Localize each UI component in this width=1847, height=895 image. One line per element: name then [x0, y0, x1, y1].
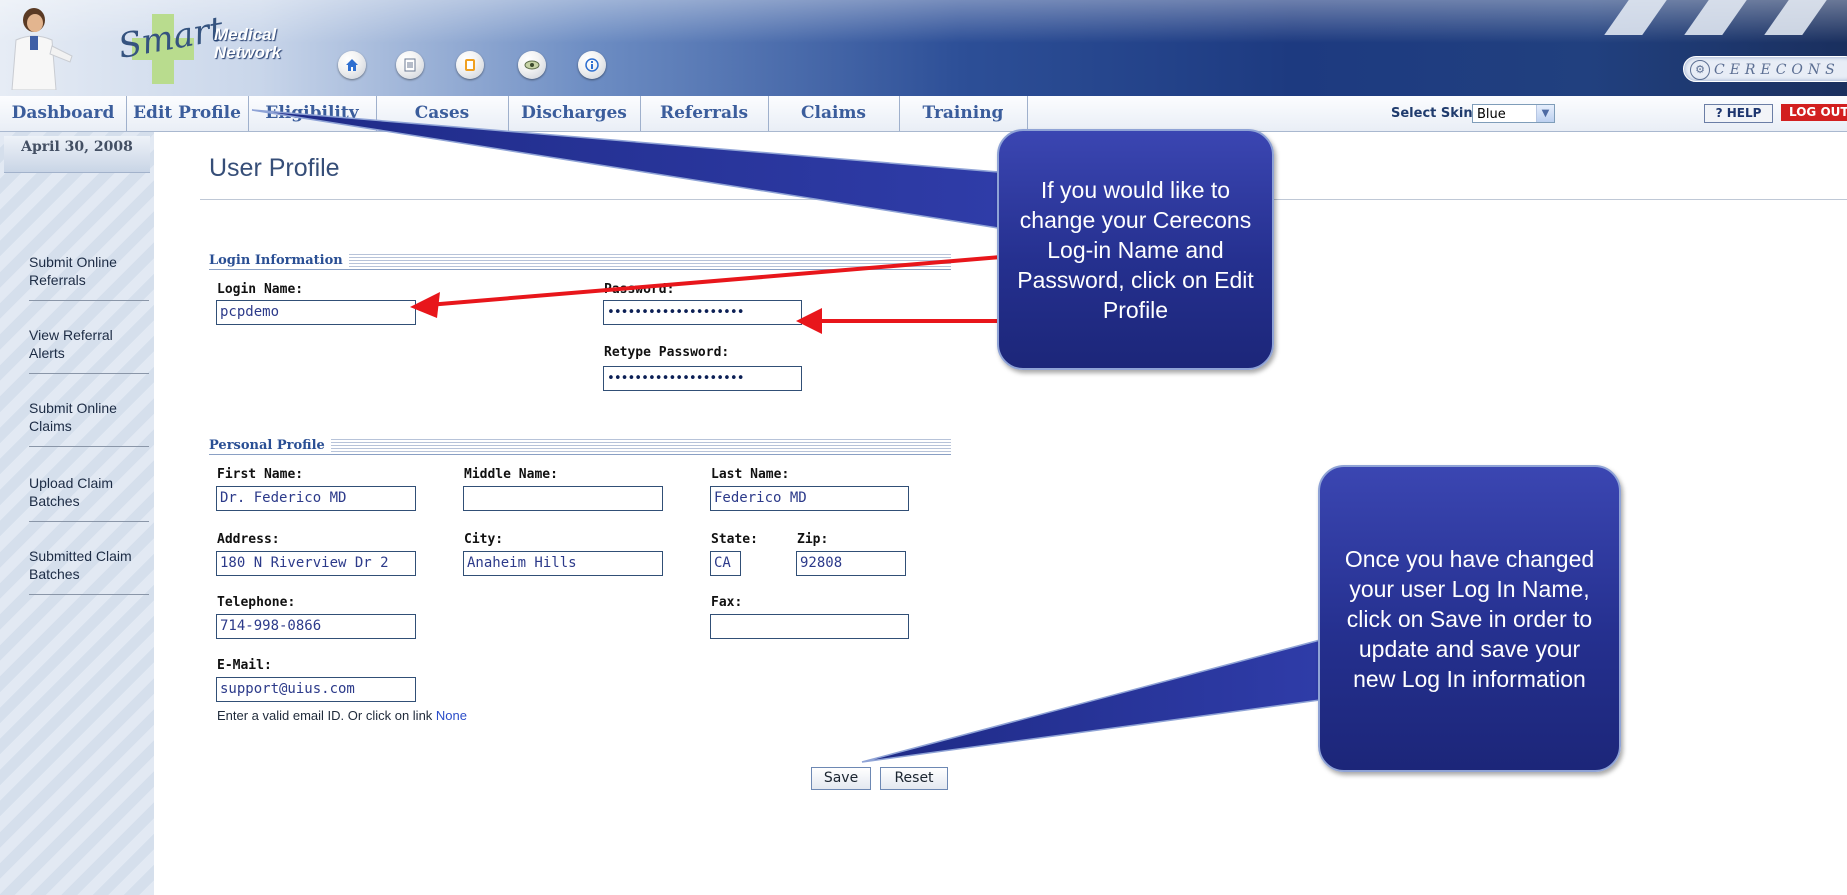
callout-save-text: Once you have changed your user Log In N…	[1344, 545, 1595, 692]
sidebar-item-view-referral-alerts[interactable]: View Referral Alerts	[29, 326, 149, 362]
email-input[interactable]: support@uius.com	[216, 677, 416, 702]
main-nav-bar: Dashboard Edit Profile Eligibility Cases…	[0, 96, 1847, 132]
sidebar-item-label: Submit Online	[29, 400, 117, 416]
middle-name-label: Middle Name:	[464, 467, 558, 482]
tab-dashboard[interactable]: Dashboard	[0, 96, 127, 131]
last-name-label: Last Name:	[711, 467, 790, 482]
skin-select-dropdown[interactable]: Blue ▼	[1472, 104, 1555, 123]
sidebar-item-submitted-claim-batches[interactable]: Submitted Claim Batches	[29, 547, 149, 583]
current-date: April 30, 2008	[4, 136, 150, 173]
tab-discharges[interactable]: Discharges	[508, 96, 641, 131]
email-none-link[interactable]: None	[436, 708, 467, 723]
callout-save: Once you have changed your user Log In N…	[1318, 465, 1621, 772]
logo-line-medical: Medical	[214, 25, 277, 44]
city-input[interactable]: Anaheim Hills	[463, 551, 663, 576]
sidebar-item-label: Alerts	[29, 345, 65, 361]
email-label: E-Mail:	[217, 658, 272, 673]
section-heading-personal: Personal Profile	[209, 437, 951, 455]
doctor-figure-image	[11, 8, 73, 90]
skin-select-label: Select Skin:	[1391, 106, 1478, 121]
password-input[interactable]: ••••••••••••••••••••	[603, 300, 802, 325]
logout-button[interactable]: LOG OUT	[1781, 104, 1847, 121]
tab-eligibility[interactable]: Eligibility	[248, 96, 377, 131]
cerecons-brand-badge: ⚙ CERECONS	[1683, 56, 1847, 82]
address-input[interactable]: 180 N Riverview Dr 2	[216, 551, 416, 576]
tab-training[interactable]: Training	[899, 96, 1028, 131]
sidebar-item-label: Claims	[29, 418, 72, 434]
last-name-input[interactable]: Federico MD	[710, 486, 909, 511]
zip-label: Zip:	[797, 532, 829, 547]
password-label: Password:	[604, 282, 675, 297]
logo-line-network: Network	[214, 43, 282, 62]
retype-password-label: Retype Password:	[604, 345, 730, 360]
section-heading-text: Login Information	[209, 253, 349, 268]
tab-edit-profile[interactable]: Edit Profile	[126, 96, 249, 131]
logo-text: Medical Network	[214, 26, 281, 62]
city-label: City:	[464, 532, 504, 547]
tab-cases[interactable]: Cases	[376, 96, 509, 131]
sidebar-divider	[29, 446, 149, 447]
sidebar-item-submit-referrals[interactable]: Submit Online Referrals	[29, 253, 149, 289]
info-icon[interactable]	[578, 51, 606, 79]
help-button[interactable]: ? HELP	[1704, 104, 1773, 123]
sidebar-item-label: Batches	[29, 493, 80, 509]
sidebar: April 30, 2008 Submit Online Referrals V…	[0, 132, 154, 895]
section-heading-text: Personal Profile	[209, 438, 331, 453]
email-hint-text: Enter a valid email ID. Or click on link	[217, 708, 436, 723]
sidebar-item-label: Batches	[29, 566, 80, 582]
first-name-input[interactable]: Dr. Federico MD	[216, 486, 416, 511]
tab-claims[interactable]: Claims	[768, 96, 900, 131]
sidebar-divider	[29, 521, 149, 522]
sidebar-divider	[29, 373, 149, 374]
sidebar-item-label: Referrals	[29, 272, 86, 288]
sidebar-divider	[29, 300, 149, 301]
sidebar-item-submit-claims[interactable]: Submit Online Claims	[29, 399, 149, 435]
address-label: Address:	[217, 532, 280, 547]
app-header: Smart Medical Network ⚙ CERECONS	[0, 0, 1847, 96]
first-name-label: First Name:	[217, 467, 304, 482]
callout-edit-profile: If you would like to change your Cerecon…	[997, 129, 1274, 370]
page-title: User Profile	[209, 154, 340, 182]
login-name-input[interactable]: pcpdemo	[216, 300, 416, 325]
telephone-input[interactable]: 714-998-0866	[216, 614, 416, 639]
sidebar-divider	[29, 594, 149, 595]
fax-label: Fax:	[711, 595, 743, 610]
eye-icon[interactable]	[518, 51, 546, 79]
telephone-label: Telephone:	[217, 595, 296, 610]
retype-password-input[interactable]: ••••••••••••••••••••	[603, 366, 802, 391]
save-button[interactable]: Save	[811, 767, 871, 790]
document-icon[interactable]	[396, 51, 424, 79]
reset-button[interactable]: Reset	[880, 767, 948, 790]
cerecons-badge-text: CERECONS	[1714, 62, 1840, 78]
home-icon[interactable]	[338, 51, 366, 79]
skin-select-value: Blue	[1477, 107, 1506, 122]
sidebar-item-label: View Referral	[29, 327, 113, 343]
state-input[interactable]: CA	[710, 551, 741, 576]
zip-input[interactable]: 92808	[796, 551, 906, 576]
sidebar-item-label: Submit Online	[29, 254, 117, 270]
sidebar-item-label: Submitted Claim	[29, 548, 132, 564]
callout-edit-profile-text: If you would like to change your Cerecon…	[1017, 176, 1254, 323]
cerecons-emblem-icon: ⚙	[1690, 60, 1710, 80]
email-hint: Enter a valid email ID. Or click on link…	[217, 708, 467, 723]
callout-pointer-wedge	[861, 639, 1321, 763]
section-heading-login: Login Information	[209, 252, 951, 270]
sidebar-item-label: Upload Claim	[29, 475, 114, 491]
fax-input[interactable]	[710, 614, 909, 639]
sidebar-item-upload-claim-batches[interactable]: Upload Claim Batches	[29, 474, 149, 510]
login-name-label: Login Name:	[217, 282, 304, 297]
middle-name-input[interactable]	[463, 486, 663, 511]
chevron-down-icon[interactable]: ▼	[1536, 105, 1554, 122]
tab-referrals[interactable]: Referrals	[640, 96, 769, 131]
clipboard-icon[interactable]	[456, 51, 484, 79]
state-label: State:	[711, 532, 758, 547]
